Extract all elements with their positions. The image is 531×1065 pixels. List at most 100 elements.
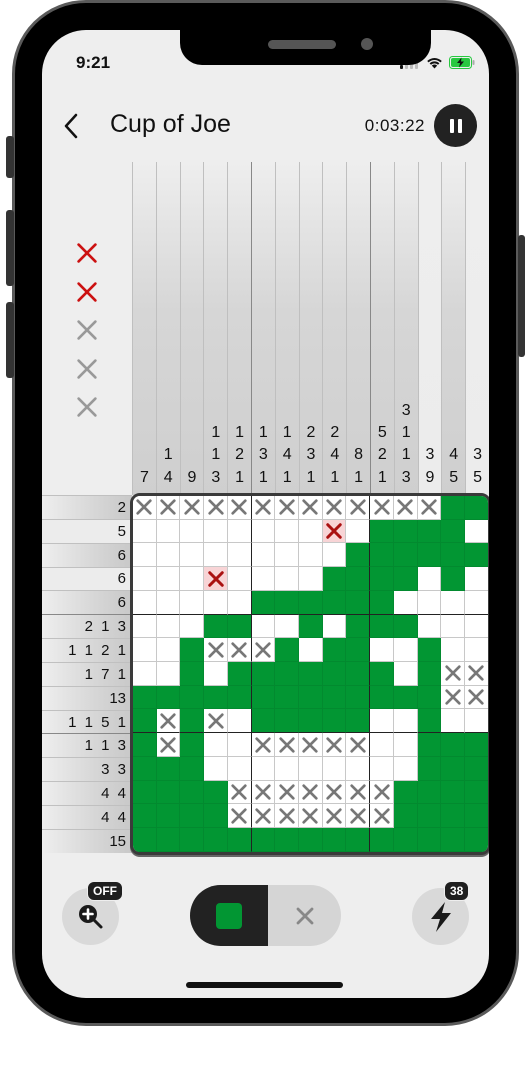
grid-cell-blank[interactable] — [393, 638, 418, 663]
grid-cell-blank[interactable] — [204, 590, 228, 615]
grid-cell-blank[interactable] — [465, 638, 488, 663]
grid-cell-marked[interactable] — [346, 804, 371, 829]
grid-cell-blank[interactable] — [299, 638, 323, 663]
grid-cell-filled[interactable] — [417, 662, 442, 686]
grid-cell-filled[interactable] — [346, 828, 371, 852]
grid-cell-filled[interactable] — [346, 543, 371, 568]
grid-cell-marked[interactable] — [227, 804, 252, 829]
grid-cell-filled[interactable] — [417, 733, 442, 757]
grid-cell-filled[interactable] — [322, 567, 347, 591]
grid-cell-filled[interactable] — [275, 685, 300, 710]
grid-cell-filled[interactable] — [346, 685, 371, 710]
grid-cell-blank[interactable] — [299, 756, 323, 781]
grid-cell-filled[interactable] — [251, 662, 276, 686]
grid-cell-filled[interactable] — [465, 733, 488, 757]
grid-cell-filled[interactable] — [251, 590, 276, 615]
grid-cell-filled[interactable] — [441, 543, 466, 568]
grid-cell-filled[interactable] — [322, 638, 347, 663]
grid-cell-marked[interactable] — [299, 496, 323, 520]
grid-cell-blank[interactable] — [441, 614, 466, 639]
grid-cell-blank[interactable] — [417, 590, 442, 615]
grid-cell-filled[interactable] — [417, 804, 442, 829]
grid-cell-blank[interactable] — [346, 756, 371, 781]
grid-cell-blank[interactable] — [465, 519, 488, 544]
grid-cell-filled[interactable] — [465, 496, 488, 520]
cross-mode-button[interactable] — [268, 885, 341, 946]
grid-cell-blank[interactable] — [465, 614, 488, 639]
grid-cell-filled[interactable] — [180, 638, 205, 663]
grid-cell-filled[interactable] — [299, 590, 323, 615]
grid-cell-filled[interactable] — [180, 780, 205, 805]
grid-cell-error[interactable] — [322, 519, 347, 544]
grid-cell-blank[interactable] — [275, 614, 300, 639]
grid-cell-blank[interactable] — [370, 638, 394, 663]
grid-cell-blank[interactable] — [156, 590, 181, 615]
grid-cell-filled[interactable] — [441, 780, 466, 805]
grid-cell-filled[interactable] — [204, 828, 228, 852]
grid-cell-filled[interactable] — [417, 709, 442, 734]
grid-cell-filled[interactable] — [299, 709, 323, 734]
grid-cell-blank[interactable] — [156, 519, 181, 544]
grid-cell-blank[interactable] — [204, 519, 228, 544]
grid-cell-filled[interactable] — [251, 828, 276, 852]
grid-cell-marked[interactable] — [204, 638, 228, 663]
grid-cell-filled[interactable] — [417, 780, 442, 805]
grid-cell-filled[interactable] — [441, 519, 466, 544]
grid-cell-blank[interactable] — [180, 567, 205, 591]
grid-cell-filled[interactable] — [417, 543, 442, 568]
pause-button[interactable] — [434, 104, 477, 147]
grid-cell-filled[interactable] — [275, 590, 300, 615]
grid-cell-marked[interactable] — [441, 662, 466, 686]
grid-cell-filled[interactable] — [275, 828, 300, 852]
grid-cell-filled[interactable] — [133, 685, 157, 710]
grid-cell-blank[interactable] — [156, 662, 181, 686]
grid-cell-blank[interactable] — [227, 543, 252, 568]
grid-cell-marked[interactable] — [465, 685, 488, 710]
grid-cell-filled[interactable] — [133, 756, 157, 781]
grid-cell-blank[interactable] — [180, 543, 205, 568]
grid-cell-marked[interactable] — [275, 496, 300, 520]
grid-cell-blank[interactable] — [393, 590, 418, 615]
grid-cell-blank[interactable] — [417, 614, 442, 639]
grid-cell-filled[interactable] — [322, 828, 347, 852]
grid-cell-marked[interactable] — [322, 780, 347, 805]
grid-cell-blank[interactable] — [180, 590, 205, 615]
grid-cell-blank[interactable] — [180, 519, 205, 544]
grid-cell-filled[interactable] — [180, 733, 205, 757]
grid-cell-marked[interactable] — [299, 733, 323, 757]
grid-cell-filled[interactable] — [393, 567, 418, 591]
grid-cell-marked[interactable] — [322, 496, 347, 520]
grid-cell-marked[interactable] — [441, 685, 466, 710]
grid-cell-blank[interactable] — [370, 756, 394, 781]
grid-cell-blank[interactable] — [299, 567, 323, 591]
grid-cell-marked[interactable] — [251, 733, 276, 757]
grid-cell-filled[interactable] — [441, 733, 466, 757]
grid-cell-filled[interactable] — [393, 543, 418, 568]
grid-cell-marked[interactable] — [156, 709, 181, 734]
grid-cell-filled[interactable] — [275, 662, 300, 686]
grid-cell-filled[interactable] — [275, 709, 300, 734]
grid-cell-filled[interactable] — [299, 828, 323, 852]
grid-cell-blank[interactable] — [251, 567, 276, 591]
grid-cell-filled[interactable] — [133, 733, 157, 757]
grid-cell-blank[interactable] — [251, 614, 276, 639]
grid-cell-filled[interactable] — [275, 638, 300, 663]
grid-cell-blank[interactable] — [465, 590, 488, 615]
grid-cell-filled[interactable] — [346, 709, 371, 734]
grid-cell-blank[interactable] — [441, 709, 466, 734]
grid-cell-blank[interactable] — [393, 709, 418, 734]
grid-cell-marked[interactable] — [346, 780, 371, 805]
grid-cell-filled[interactable] — [465, 828, 488, 852]
grid-cell-filled[interactable] — [156, 780, 181, 805]
grid-cell-marked[interactable] — [393, 496, 418, 520]
grid-cell-filled[interactable] — [370, 662, 394, 686]
grid-cell-blank[interactable] — [204, 733, 228, 757]
grid-cell-blank[interactable] — [133, 519, 157, 544]
grid-cell-filled[interactable] — [180, 662, 205, 686]
grid-cell-blank[interactable] — [441, 590, 466, 615]
grid-cell-marked[interactable] — [251, 638, 276, 663]
grid-cell-blank[interactable] — [299, 543, 323, 568]
grid-cell-filled[interactable] — [465, 543, 488, 568]
grid-cell-marked[interactable] — [227, 780, 252, 805]
grid-cell-blank[interactable] — [204, 662, 228, 686]
